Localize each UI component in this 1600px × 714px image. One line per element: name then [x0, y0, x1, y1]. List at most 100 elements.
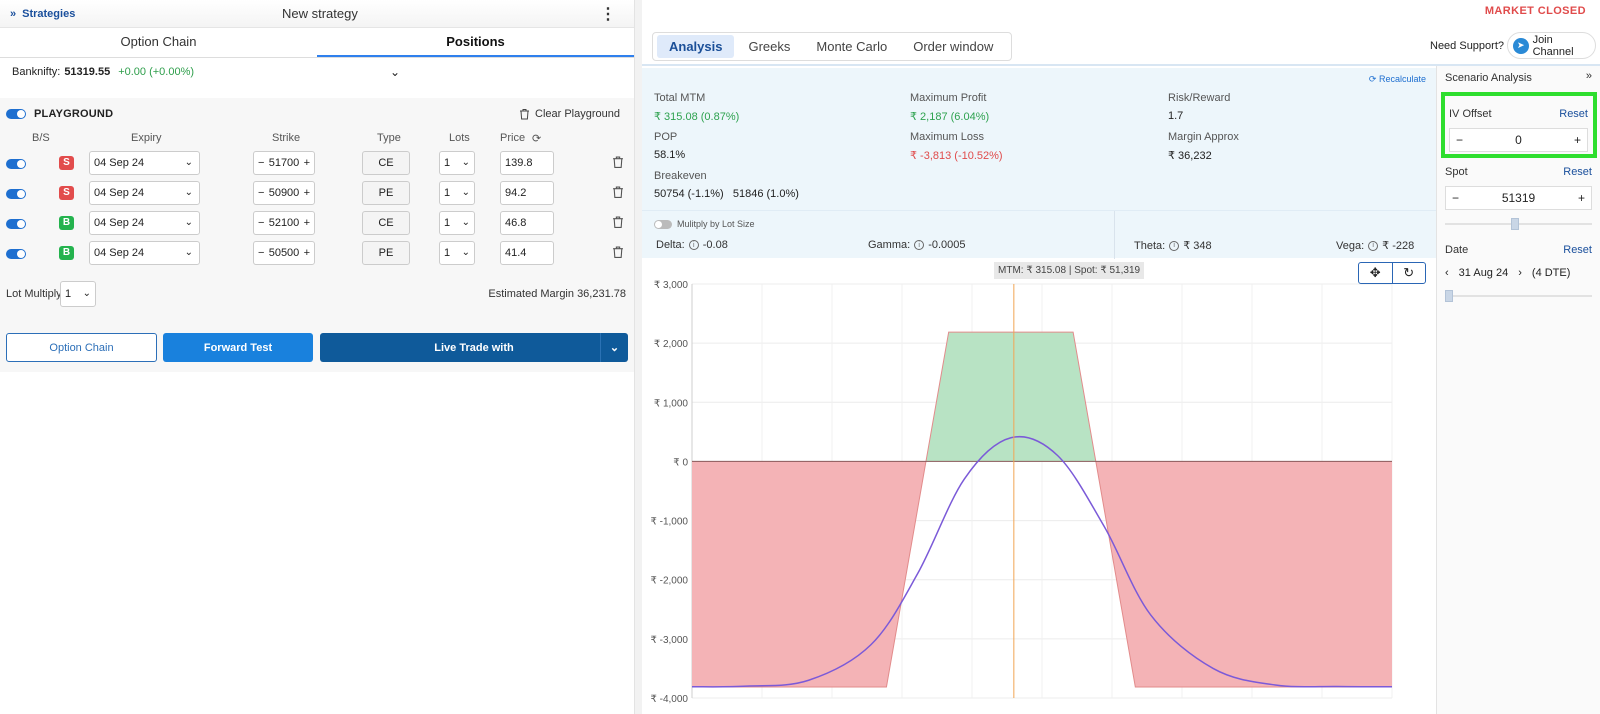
price-input[interactable]: 41.4	[500, 241, 554, 265]
vega-value: ₹ -228	[1382, 240, 1415, 252]
leg-row: S 04 Sep 24 ⌄ −50900 + PE 1 ⌄ 94.2	[0, 178, 634, 208]
option-chain-button[interactable]: Option Chain	[6, 333, 157, 362]
scenario-header: Scenario Analysis »	[1437, 66, 1600, 88]
lots-select[interactable]: 1 ⌄	[439, 241, 475, 265]
minus-icon[interactable]: −	[258, 182, 264, 204]
pan-icon[interactable]: ✥	[1359, 263, 1393, 283]
strike-stepper[interactable]: −50900 +	[253, 181, 315, 205]
expiry-select[interactable]: 04 Sep 24 ⌄	[89, 211, 200, 235]
spot-stepper[interactable]: − 51319 +	[1445, 186, 1592, 210]
action-buttons: Option Chain Forward Test Live Trade wit…	[6, 333, 628, 363]
plus-icon[interactable]: +	[304, 182, 310, 204]
date-reset[interactable]: Reset	[1563, 244, 1592, 256]
max-loss: Maximum Loss ₹ -3,813 (-10.52%)	[910, 131, 1003, 162]
sell-badge[interactable]: S	[59, 156, 74, 170]
expiry-select[interactable]: 04 Sep 24 ⌄	[89, 181, 200, 205]
tab-order-window[interactable]: Order window	[901, 35, 1005, 58]
reset-zoom-icon[interactable]: ↻	[1393, 263, 1426, 283]
price-input[interactable]: 46.8	[500, 211, 554, 235]
price-input[interactable]: 139.8	[500, 151, 554, 175]
refresh-icon[interactable]: ⟳	[532, 132, 541, 145]
lot-multiply-select[interactable]: 1 ⌄	[60, 281, 96, 307]
type-field[interactable]: CE	[362, 151, 410, 175]
recalculate-button[interactable]: ⟳ Recalculate	[1369, 74, 1426, 85]
chevron-down-icon: ⌄	[461, 157, 470, 168]
strike-stepper[interactable]: −50500 +	[253, 241, 315, 265]
playground-toggle[interactable]	[6, 109, 26, 119]
sell-badge[interactable]: S	[59, 186, 74, 200]
lots-select[interactable]: 1 ⌄	[439, 151, 475, 175]
lots-value: 1	[444, 187, 451, 199]
date-label: Date	[1445, 244, 1469, 256]
tab-greeks[interactable]: Greeks	[736, 35, 802, 58]
trash-icon[interactable]	[612, 155, 624, 169]
tab-positions[interactable]: Positions	[317, 28, 634, 57]
forward-test-button[interactable]: Forward Test	[163, 333, 313, 362]
clear-playground-button[interactable]: Clear Playground	[519, 108, 620, 120]
expiry-select[interactable]: 04 Sep 24 ⌄	[89, 151, 200, 175]
chevron-down-icon[interactable]: ⌄	[600, 333, 628, 362]
lots-select[interactable]: 1 ⌄	[439, 211, 475, 235]
strategy-name[interactable]: New strategy	[282, 6, 358, 21]
toggle-switch[interactable]	[654, 219, 672, 229]
plus-icon[interactable]: +	[304, 152, 310, 174]
minus-icon[interactable]: −	[258, 212, 264, 234]
chevron-down-icon: ⌄	[461, 247, 470, 258]
info-icon[interactable]: i	[1368, 240, 1379, 251]
type-field[interactable]: CE	[362, 211, 410, 235]
panel-divider[interactable]	[634, 0, 642, 714]
chevron-down-icon: ⌄	[82, 288, 91, 299]
chevron-down-icon[interactable]: ⌄	[390, 65, 400, 79]
spot-slider[interactable]	[1445, 218, 1592, 230]
info-icon[interactable]: i	[914, 240, 925, 250]
leg-toggle[interactable]	[6, 219, 26, 229]
kebab-menu-icon[interactable]: ⋮	[600, 4, 616, 24]
slider-thumb[interactable]	[1511, 218, 1519, 230]
info-icon[interactable]: i	[1169, 240, 1180, 251]
leg-toggle[interactable]	[6, 159, 26, 169]
col-expiry: Expiry	[131, 132, 162, 144]
slider-track	[1445, 295, 1592, 297]
multiply-lot-toggle[interactable]: Mulitply by Lot Size	[654, 219, 755, 229]
type-field[interactable]: PE	[362, 241, 410, 265]
max-profit-label: Maximum Profit	[910, 92, 987, 104]
plus-icon[interactable]: +	[304, 242, 310, 264]
lots-select[interactable]: 1 ⌄	[439, 181, 475, 205]
payoff-chart-area[interactable]: ₹ 3,000 ₹ 2,000 ₹ 1,000 ₹ 0 ₹ -1,000 ₹ -2,000…	[642, 258, 1436, 714]
payoff-chart[interactable]: ₹ 3,000 ₹ 2,000 ₹ 1,000 ₹ 0 ₹ -1,000 ₹ -2,000…	[642, 258, 1436, 714]
tab-analysis[interactable]: Analysis	[657, 35, 735, 58]
buy-badge[interactable]: B	[59, 246, 74, 260]
minus-icon[interactable]: −	[1452, 191, 1459, 205]
strike-stepper[interactable]: −52100 +	[253, 211, 315, 235]
slider-thumb[interactable]	[1445, 290, 1453, 302]
trash-icon[interactable]	[612, 245, 624, 259]
minus-icon[interactable]: −	[258, 152, 264, 174]
strategies-back-link[interactable]: » Strategies	[10, 8, 75, 20]
join-channel-button[interactable]: ➤ Join Channel	[1507, 32, 1596, 59]
minus-icon[interactable]: −	[258, 242, 264, 264]
info-icon[interactable]: i	[688, 240, 699, 250]
double-chevron-right-icon[interactable]: »	[1586, 70, 1592, 82]
plus-icon[interactable]: +	[1578, 191, 1585, 205]
chevron-left-icon[interactable]: ‹	[1445, 267, 1449, 279]
plus-icon[interactable]: +	[304, 212, 310, 234]
leg-toggle[interactable]	[6, 189, 26, 199]
price-input[interactable]: 94.2	[500, 181, 554, 205]
trash-icon[interactable]	[612, 215, 624, 229]
tab-monte-carlo[interactable]: Monte Carlo	[804, 35, 899, 58]
recalculate-label: Recalculate	[1378, 74, 1426, 84]
chevron-right-icon[interactable]: ›	[1518, 267, 1522, 279]
type-field[interactable]: PE	[362, 181, 410, 205]
leg-toggle[interactable]	[6, 249, 26, 259]
buy-badge[interactable]: B	[59, 216, 74, 230]
trash-icon[interactable]	[612, 185, 624, 199]
spot-reset[interactable]: Reset	[1563, 166, 1592, 178]
strike-stepper[interactable]: −51700 +	[253, 151, 315, 175]
expiry-select[interactable]: 04 Sep 24 ⌄	[89, 241, 200, 265]
banknifty-row[interactable]: Banknifty: 51319.55 +0.00 (+0.00%) ⌄	[0, 58, 634, 86]
tab-option-chain[interactable]: Option Chain	[0, 28, 317, 57]
playground-label: PLAYGROUND	[34, 108, 114, 120]
breakeven: Breakeven 50754 (-1.1%) 51846 (1.0%)	[654, 170, 799, 200]
date-slider[interactable]	[1445, 290, 1592, 302]
live-trade-button[interactable]: Live Trade with ⌄	[320, 333, 628, 362]
